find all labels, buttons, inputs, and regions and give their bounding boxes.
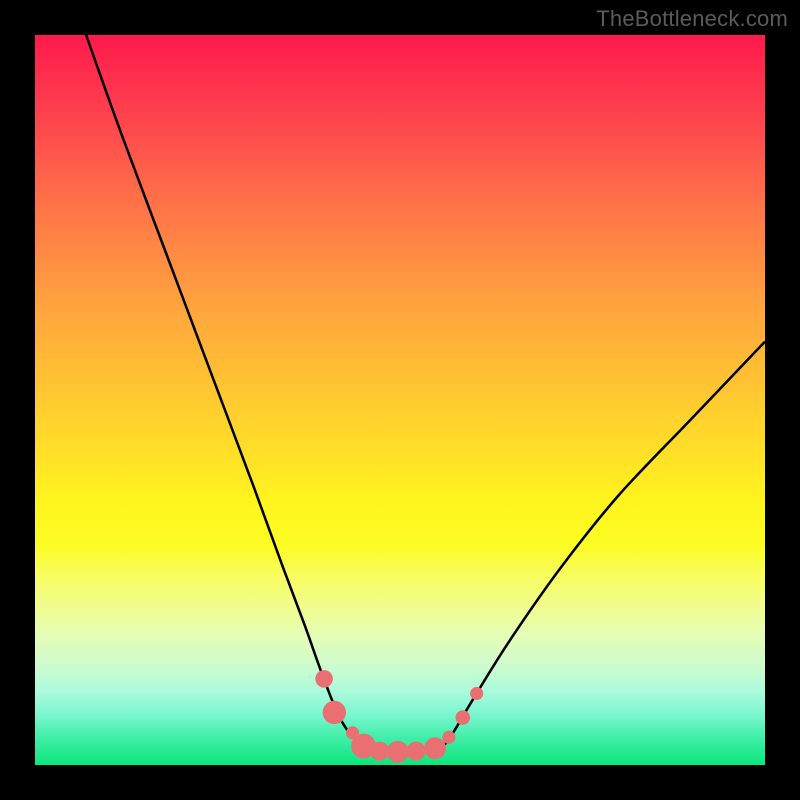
watermark-text: TheBottleneck.com — [596, 6, 788, 32]
curve-marker — [442, 731, 455, 744]
curve-marker — [315, 670, 333, 688]
curve-marker — [424, 737, 446, 759]
chart-svg — [35, 35, 765, 765]
chart-plot-area — [35, 35, 765, 765]
curve-marker — [407, 742, 426, 761]
curve-marker — [387, 741, 409, 763]
curve-marker — [323, 701, 346, 724]
bottleneck-curve — [86, 35, 765, 752]
curve-markers — [315, 670, 483, 763]
curve-marker — [470, 687, 483, 700]
curve-marker — [370, 742, 389, 761]
curve-marker — [455, 710, 470, 725]
